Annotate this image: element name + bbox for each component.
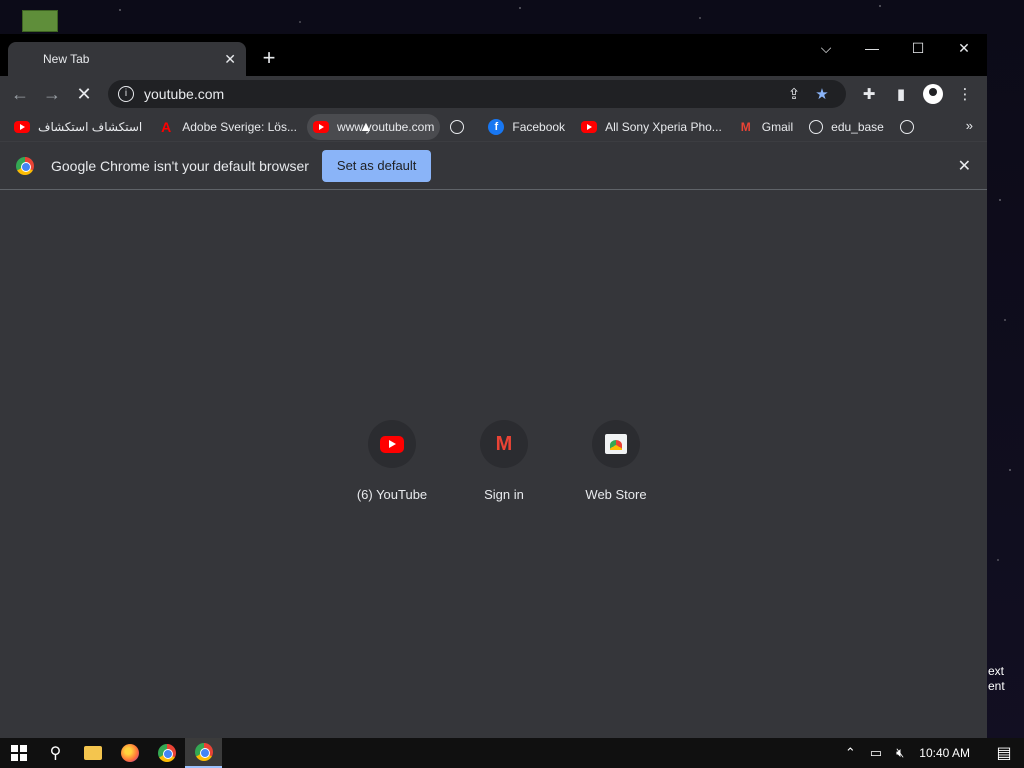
stop-loading-button[interactable]: ✕ — [68, 78, 100, 110]
gmail-icon: M — [495, 432, 513, 455]
shortcut-label: Web Store — [585, 487, 647, 502]
shortcut-icon-circle: M — [480, 420, 528, 468]
minimize-button[interactable]: — — [849, 34, 895, 62]
desktop-peek-label: ext ent — [988, 664, 1024, 694]
globe-icon — [809, 119, 824, 134]
back-button[interactable]: ← — [4, 78, 36, 110]
facebook-icon: f — [488, 118, 505, 135]
globe-icon — [450, 119, 465, 134]
show-hidden-icons-chevron-icon[interactable]: ⌃ — [838, 745, 863, 761]
close-window-button[interactable]: ✕ — [941, 34, 987, 62]
maximize-button[interactable]: ☐ — [895, 34, 941, 62]
globe-icon — [899, 119, 914, 134]
youtube-icon — [14, 120, 30, 133]
shortcut-icon-circle — [592, 420, 640, 468]
desktop-peek-line: ent — [988, 679, 1005, 693]
clock[interactable]: 10:40 AM — [911, 746, 984, 760]
adobe-icon: A — [161, 118, 172, 135]
infobar-message: Google Chrome isn't your default browser — [51, 157, 309, 174]
chrome-icon — [157, 744, 176, 762]
shortcut-icon-circle — [368, 420, 416, 468]
url-text[interactable]: youtube.com — [144, 86, 780, 102]
bookmark-label: Adobe Sverige: Lös... — [182, 119, 297, 134]
shortcut-label: (6) YouTube — [356, 487, 428, 502]
bookmarks-overflow-chevron-icon[interactable]: » — [966, 118, 973, 133]
address-bar[interactable]: i youtube.com ⇪ ★ — [108, 80, 846, 108]
bookmark-item[interactable]: www.youtube.com — [306, 113, 441, 140]
youtube-icon — [312, 120, 329, 133]
system-tray: ⌃ ▭ 🔇︎ 10:40 AM ▤ — [838, 738, 1024, 768]
bookmark-label: Gmail — [761, 119, 794, 134]
bookmark-item[interactable] — [894, 114, 928, 140]
desktop-peek-line: ext — [988, 664, 1005, 678]
bookmark-item[interactable]: All Sony Xperia Pho... — [575, 114, 728, 140]
youtube-icon — [380, 435, 404, 453]
bookmark-star-icon[interactable]: ★ — [808, 85, 836, 103]
bookmark-item[interactable]: استکشاف استکشاف — [8, 114, 148, 140]
chrome-logo-icon — [16, 156, 34, 175]
windows-logo-icon — [10, 745, 27, 761]
share-icon[interactable]: ⇪ — [780, 85, 808, 103]
new-tab-button[interactable]: + — [258, 47, 280, 70]
shortcut-youtube[interactable]: (6) YouTube — [336, 420, 448, 502]
infobar-close-icon[interactable]: ✕ — [958, 156, 971, 176]
network-icon[interactable]: ▭ — [863, 745, 889, 761]
bookmark-label: www.youtube.com — [336, 119, 435, 134]
extensions-puzzle-icon[interactable]: ✚ — [853, 80, 885, 108]
shortcut-web-store[interactable]: Web Store — [560, 420, 672, 502]
bookmark-item[interactable]: M Gmail — [732, 114, 799, 140]
bookmark-label: edu_base — [831, 119, 884, 134]
toolbar-actions: ✚ ▮ ⋮ — [853, 80, 981, 108]
start-button[interactable] — [0, 738, 37, 768]
chrome-window: New Tab ✕ + ⌵ — ☐ ✕ ← → ✕ i youtube.com … — [0, 34, 987, 738]
taskbar: ⚲ ⌃ ▭ 🔇︎ 10:40 AM ▤ — [0, 738, 1024, 768]
bookmark-item[interactable] — [444, 114, 478, 140]
avatar-icon — [923, 84, 943, 104]
desktop-shortcut-icon[interactable] — [22, 10, 58, 32]
shortcut-sign-in[interactable]: M Sign in — [448, 420, 560, 502]
youtube-icon — [581, 120, 598, 133]
bookmark-item[interactable]: A Adobe Sverige: Lös... — [152, 114, 303, 140]
file-explorer-button[interactable] — [74, 738, 111, 768]
side-panel-icon[interactable]: ▮ — [885, 80, 917, 108]
gmail-icon: M — [740, 119, 751, 134]
tab-close-icon[interactable]: ✕ — [224, 51, 236, 68]
set-as-default-button[interactable]: Set as default — [321, 149, 432, 182]
bookmark-item[interactable]: edu_base — [803, 114, 890, 140]
toolbar: ← → ✕ i youtube.com ⇪ ★ ✚ ▮ ⋮ — [0, 76, 987, 112]
tab-strip: New Tab ✕ + ⌵ — ☐ ✕ — [0, 34, 987, 76]
firefox-icon — [120, 744, 139, 762]
volume-muted-icon[interactable]: 🔇︎ — [889, 745, 911, 761]
tab-new-tab[interactable]: New Tab ✕ — [8, 42, 246, 76]
site-info-icon[interactable]: i — [118, 86, 134, 102]
forward-button[interactable]: → — [36, 78, 68, 110]
chrome-active-button[interactable] — [185, 738, 222, 768]
folder-icon — [83, 746, 102, 760]
search-icon[interactable]: ⚲ — [37, 738, 74, 768]
new-tab-page: (6) YouTube M Sign in Web Store — [0, 191, 987, 738]
default-browser-infobar: Google Chrome isn't your default browser… — [0, 142, 987, 190]
window-controls: ⌵ — ☐ ✕ — [803, 34, 987, 64]
bookmark-label: استکشاف استکشاف — [38, 119, 143, 134]
firefox-button[interactable] — [111, 738, 148, 768]
bookmark-label: Facebook — [512, 119, 566, 134]
chrome-button[interactable] — [148, 738, 185, 768]
tab-search-icon[interactable]: ⌵ — [803, 34, 849, 62]
bookmarks-bar: استکشاف استکشاف A Adobe Sverige: Lös... … — [0, 112, 987, 142]
chrome-icon — [194, 743, 213, 761]
notifications-icon[interactable]: ▤ — [984, 743, 1024, 763]
more-menu-icon[interactable]: ⋮ — [949, 80, 981, 108]
tab-title: New Tab — [43, 52, 90, 66]
bookmark-item[interactable]: f Facebook — [482, 114, 571, 140]
web-store-icon — [605, 434, 627, 454]
bookmark-label: All Sony Xperia Pho... — [605, 119, 722, 134]
profile-avatar[interactable] — [917, 80, 949, 108]
shortcut-tiles: (6) YouTube M Sign in Web Store — [336, 420, 672, 502]
shortcut-label: Sign in — [484, 487, 524, 502]
